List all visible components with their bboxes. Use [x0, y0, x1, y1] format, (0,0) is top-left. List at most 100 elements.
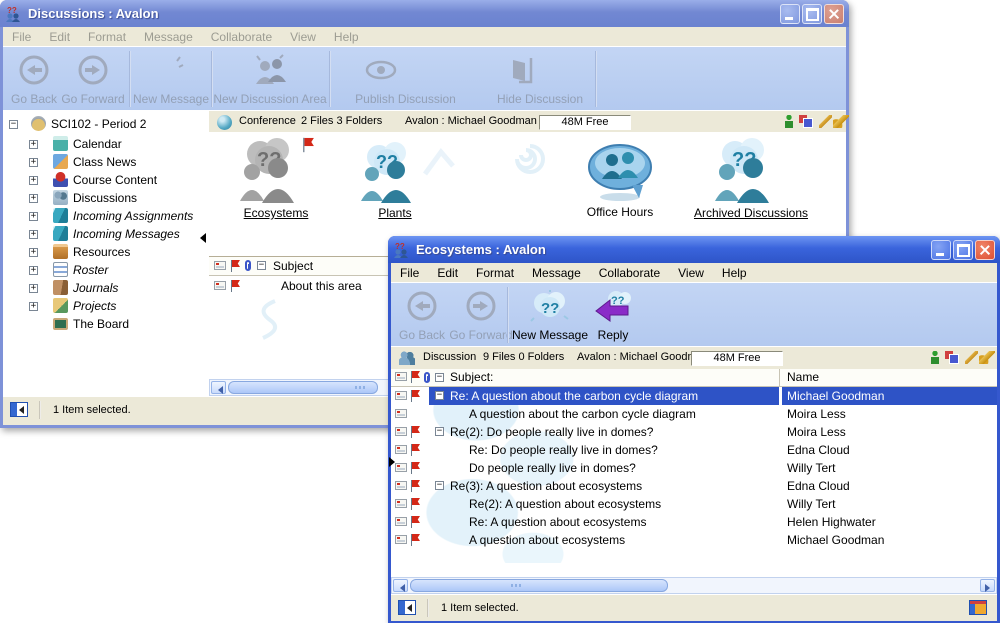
subject-column-header[interactable]: Subject [273, 259, 313, 273]
account-label: Avalon : Michael Goodman [577, 351, 709, 363]
toolbar-separator [329, 51, 331, 107]
table-row[interactable]: Re: A question about ecosystems Helen Hi… [391, 513, 997, 531]
menu-view[interactable]: View [281, 28, 325, 46]
table-row[interactable]: Do people really live in domes? Willy Te… [391, 459, 997, 477]
chalkboard-icon [53, 318, 68, 330]
close-button[interactable] [975, 240, 995, 260]
menu-file[interactable]: File [3, 28, 40, 46]
table-row[interactable]: A question about ecosystems Michael Good… [391, 531, 997, 549]
menu-file[interactable]: File [391, 264, 428, 282]
menu-collaborate[interactable]: Collaborate [590, 264, 669, 282]
menu-help[interactable]: Help [713, 264, 756, 282]
expand-expander[interactable]: + [29, 176, 38, 185]
calendar-icon [53, 136, 68, 151]
scrollbar-thumb[interactable] [410, 579, 668, 592]
table-row[interactable]: Re(2): A question about ecosystems Willy… [391, 495, 997, 513]
scrollbar-thumb[interactable] [228, 381, 378, 394]
split-pane-icon[interactable] [398, 600, 416, 615]
expand-expander[interactable]: + [29, 212, 38, 221]
window-title: Discussions : Avalon [28, 6, 159, 21]
flag-icon [410, 426, 420, 438]
new-message-button[interactable]: New Message [133, 47, 209, 111]
minimize-button[interactable] [780, 4, 800, 24]
expand-expander[interactable]: + [29, 230, 38, 239]
expand-expander[interactable]: + [29, 158, 38, 167]
new-message-button[interactable]: ?? New Message [511, 283, 589, 347]
menu-format[interactable]: Format [79, 28, 135, 46]
windows-permission-icon [945, 351, 958, 363]
scroll-right-button[interactable] [980, 579, 995, 592]
desktop-icon-ecosystems[interactable]: ?? Ecosystems [223, 137, 329, 220]
expand-expander[interactable]: + [29, 140, 38, 149]
minimize-button[interactable] [931, 240, 951, 260]
collapse-expander[interactable]: − [9, 120, 18, 129]
table-row[interactable]: − Re(3): A question about ecosystems Edn… [391, 477, 997, 495]
ecosystems-window: ?? Ecosystems : Avalon File Edit Format … [388, 236, 1000, 623]
flag-icon [410, 498, 420, 510]
go-forward-button[interactable]: Go Forward [61, 47, 125, 111]
journal-icon [53, 280, 68, 295]
collapse-expander[interactable]: − [435, 391, 444, 400]
view-mode-icon[interactable] [969, 600, 987, 615]
table-row[interactable]: Re: Do people really live in domes? Edna… [391, 441, 997, 459]
go-back-button[interactable]: Go Back [395, 283, 449, 347]
flask-icon [31, 116, 46, 131]
pane-collapse-handle[interactable] [389, 457, 400, 467]
menu-format[interactable]: Format [467, 264, 523, 282]
flag-icon [410, 371, 420, 383]
ecosystems-titlebar[interactable]: ?? Ecosystems : Avalon [388, 236, 1000, 263]
maximize-button[interactable] [953, 240, 973, 260]
menu-view[interactable]: View [669, 264, 713, 282]
collapse-all-expander[interactable]: − [257, 261, 266, 270]
desktop-icon-archived-discussions[interactable]: ?? Archived Discussions [671, 137, 831, 220]
collapse-expander[interactable]: − [435, 427, 444, 436]
expand-expander[interactable]: + [29, 302, 38, 311]
column-divider[interactable] [779, 369, 780, 386]
name-column-header[interactable]: Name [787, 370, 819, 384]
table-row[interactable]: A question about the carbon cycle diagra… [391, 405, 997, 423]
collapse-all-expander[interactable]: − [435, 373, 444, 382]
publish-discussion-button[interactable]: Publish Discussion [333, 47, 478, 111]
container-kind: Discussion [423, 351, 476, 363]
new-discussion-area-button[interactable]: New Discussion Area [215, 47, 325, 111]
desktop-icon-plants[interactable]: ?? Plants [347, 141, 443, 220]
toolbar: Go Back Go Forward ?? New Message ?? Rep… [391, 282, 997, 348]
menu-message[interactable]: Message [523, 264, 590, 282]
file-folder-counts: 9 Files 0 Folders [483, 351, 564, 363]
new-discussion-area-icon [252, 47, 288, 92]
status-text: 1 Item selected. [53, 404, 131, 416]
hide-discussion-button[interactable]: Hide Discussion [481, 47, 599, 111]
close-button[interactable] [824, 4, 844, 24]
menu-edit[interactable]: Edit [428, 264, 467, 282]
menu-bar: File Edit Format Message Collaborate Vie… [391, 263, 997, 283]
table-row[interactable]: − Re: A question about the carbon cycle … [391, 387, 997, 405]
horizontal-scrollbar[interactable] [391, 577, 997, 594]
menu-edit[interactable]: Edit [40, 28, 79, 46]
pane-collapse-handle[interactable] [195, 233, 206, 243]
watermark-swirl [504, 136, 552, 194]
go-back-button[interactable]: Go Back [7, 47, 61, 111]
status-text: 1 Item selected. [441, 602, 519, 614]
scroll-left-button[interactable] [211, 381, 226, 394]
expand-expander[interactable]: + [29, 248, 38, 257]
reply-button[interactable]: ?? Reply [589, 283, 637, 347]
table-row[interactable]: − Re(2): Do people really live in domes?… [391, 423, 997, 441]
split-pane-icon[interactable] [10, 402, 28, 417]
envelope-icon [395, 391, 407, 400]
scroll-left-button[interactable] [393, 579, 408, 592]
menu-message[interactable]: Message [135, 28, 202, 46]
discussions-titlebar[interactable]: ?? Discussions : Avalon [0, 0, 849, 27]
menu-collaborate[interactable]: Collaborate [202, 28, 281, 46]
discussion-info-bar: Discussion 9 Files 0 Folders Avalon : Mi… [391, 346, 997, 370]
expand-expander[interactable]: + [29, 284, 38, 293]
subject-column-header[interactable]: Subject: [450, 370, 493, 384]
menu-help[interactable]: Help [325, 28, 368, 46]
go-forward-button[interactable]: Go Forward [449, 283, 513, 347]
flag-icon [410, 480, 420, 492]
expand-expander[interactable]: + [29, 266, 38, 275]
new-message-icon: ?? [530, 283, 570, 328]
collapse-expander[interactable]: − [435, 481, 444, 490]
expand-expander[interactable]: + [29, 194, 38, 203]
maximize-button[interactable] [802, 4, 822, 24]
desktop-icon-office-hours[interactable]: Office Hours [561, 142, 679, 219]
